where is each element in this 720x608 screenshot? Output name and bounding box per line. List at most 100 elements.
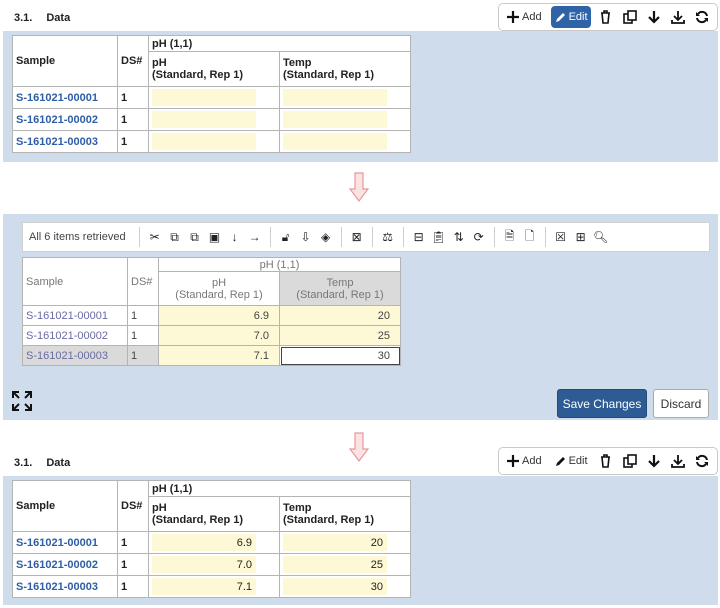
temp-cell-editing[interactable]: 30 <box>279 345 401 366</box>
arrow-right-icon[interactable]: → <box>245 227 265 247</box>
ph-cell[interactable]: 7.0 <box>158 325 280 346</box>
copy-icon[interactable]: ⧉ <box>165 227 185 247</box>
ph-cell[interactable]: 7.0 <box>148 553 280 576</box>
copy-icon[interactable] <box>621 452 639 470</box>
ph-cell[interactable]: 7.1 <box>148 575 280 598</box>
clipboard-icon[interactable]: 📋︎ <box>429 227 449 247</box>
sort-az-icon[interactable]: ⇅ <box>449 227 469 247</box>
add-button[interactable]: Add <box>503 450 545 472</box>
ph-cell[interactable] <box>148 130 280 153</box>
section-number: 3.1. <box>14 12 33 24</box>
sample-link[interactable]: S-161021-00003 <box>22 345 128 366</box>
ds-cell: 1 <box>117 531 149 554</box>
sample-link[interactable]: S-161021-00001 <box>12 86 118 109</box>
sample-link[interactable]: S-161021-00001 <box>22 305 128 326</box>
toolbar-separator <box>138 227 140 247</box>
column-fill-icon[interactable]: ⇩ <box>296 227 316 247</box>
temp-value: 20 <box>283 534 387 551</box>
sample-link[interactable]: S-161021-00003 <box>12 575 118 598</box>
expand-icon[interactable] <box>11 390 33 412</box>
section-toolbar: Add Edit <box>498 3 718 31</box>
column-header-sample: Sample <box>22 257 128 306</box>
column-header-ph-name: pH <box>152 57 167 69</box>
temp-cell[interactable] <box>279 130 411 153</box>
sample-link[interactable]: S-161021-00002 <box>12 108 118 131</box>
plus-icon <box>507 11 519 23</box>
duplicate-icon[interactable]: ⧉ <box>185 227 205 247</box>
copy-icon[interactable] <box>621 8 639 26</box>
arrow-down-icon[interactable]: ↓ <box>225 227 245 247</box>
column-header-ph-name: pH <box>152 502 167 514</box>
temp-value: 30 <box>283 578 387 595</box>
unlock-icon[interactable]: 🔓︎ <box>276 227 296 247</box>
toolbar-separator <box>371 227 373 247</box>
discard-button[interactable]: Discard <box>653 389 709 418</box>
ph-cell[interactable]: 7.1 <box>158 345 280 366</box>
download-icon[interactable] <box>669 452 687 470</box>
fill-color-icon[interactable]: ◈ <box>316 227 336 247</box>
refresh-icon[interactable]: ⟳ <box>469 227 489 247</box>
sample-link[interactable]: S-161021-00002 <box>22 325 128 346</box>
refresh-icon[interactable] <box>693 8 711 26</box>
add-button-label: Add <box>522 455 542 467</box>
paste-icon[interactable]: ▣ <box>205 227 225 247</box>
editor-table: Sample DS# pH (1,1) pH (Standard, Rep 1) … <box>22 257 401 366</box>
temp-cell[interactable]: 30 <box>279 575 411 598</box>
data-table: Sample DS# pH (1,1) pH (Standard, Rep 1) … <box>12 480 411 598</box>
column-header-ph-sub: (Standard, Rep 1) <box>175 288 263 301</box>
column-header-temp-sub: (Standard, Rep 1) <box>283 514 375 526</box>
edit-button[interactable]: Edit <box>551 450 591 472</box>
document-icon[interactable]: 🗎 <box>500 227 520 247</box>
sample-link[interactable]: S-161021-00001 <box>12 531 118 554</box>
editor-panel: All 6 items retrieved ✂ ⧉ ⧉ ▣ ↓ → 🔓︎ ⇩ ◈… <box>3 214 718 420</box>
ds-cell: 1 <box>127 305 159 326</box>
column-header-ds: DS# <box>117 480 149 532</box>
cut-icon[interactable]: ✂ <box>145 227 165 247</box>
split-view-icon[interactable]: ⊟ <box>409 227 429 247</box>
download-icon[interactable] <box>669 8 687 26</box>
save-changes-button[interactable]: Save Changes <box>557 389 647 418</box>
column-header-ds: DS# <box>117 35 149 87</box>
retrieval-status: All 6 items retrieved <box>29 231 126 243</box>
sample-link[interactable]: S-161021-00003 <box>12 130 118 153</box>
ph-cell[interactable]: 6.9 <box>158 305 280 326</box>
arrow-down-icon[interactable] <box>645 8 663 26</box>
sample-link[interactable]: S-161021-00002 <box>12 553 118 576</box>
close-box-icon[interactable]: ☒ <box>551 227 571 247</box>
temp-cell[interactable]: 25 <box>279 325 401 346</box>
grid-hash-icon[interactable]: ⊞ <box>571 227 591 247</box>
balance-icon[interactable]: ⚖ <box>378 227 398 247</box>
edit-button[interactable]: Edit <box>550 6 591 28</box>
ph-cell[interactable] <box>148 86 280 109</box>
column-group-header: pH (1,1) <box>158 257 401 272</box>
trash-icon[interactable] <box>597 452 615 470</box>
toolbar-separator <box>544 227 546 247</box>
column-header-temp-sub: (Standard, Rep 1) <box>296 288 384 301</box>
temp-cell[interactable] <box>279 108 411 131</box>
document-alt-icon[interactable]: 🗋 <box>520 227 540 247</box>
ph-cell[interactable] <box>148 108 280 131</box>
refresh-icon[interactable] <box>693 452 711 470</box>
column-header-temp: Temp (Standard, Rep 1) <box>279 496 411 532</box>
clear-row-icon[interactable]: ⊠ <box>347 227 367 247</box>
find-icon[interactable]: 🔍︎ <box>591 227 611 247</box>
temp-cell[interactable]: 20 <box>279 531 411 554</box>
column-header-temp-name: Temp <box>326 276 354 289</box>
plus-icon <box>507 455 519 467</box>
ph-value: 7.1 <box>152 578 256 595</box>
temp-cell[interactable] <box>279 86 411 109</box>
column-header-ph-sub: (Standard, Rep 1) <box>152 69 244 81</box>
temp-value: 25 <box>283 556 387 573</box>
temp-cell[interactable]: 25 <box>279 553 411 576</box>
ph-cell[interactable]: 6.9 <box>148 531 280 554</box>
column-header-ph: pH (Standard, Rep 1) <box>148 496 280 532</box>
ds-cell: 1 <box>117 553 149 576</box>
arrow-down-icon[interactable] <box>645 452 663 470</box>
data-table: Sample DS# pH (1,1) pH (Standard, Rep 1) … <box>12 35 411 153</box>
toolbar-separator <box>340 227 342 247</box>
temp-cell[interactable]: 20 <box>279 305 401 326</box>
column-header-temp: Temp (Standard, Rep 1) <box>279 271 401 306</box>
add-button[interactable]: Add <box>503 6 545 28</box>
toolbar-separator <box>402 227 404 247</box>
trash-icon[interactable] <box>597 8 615 26</box>
